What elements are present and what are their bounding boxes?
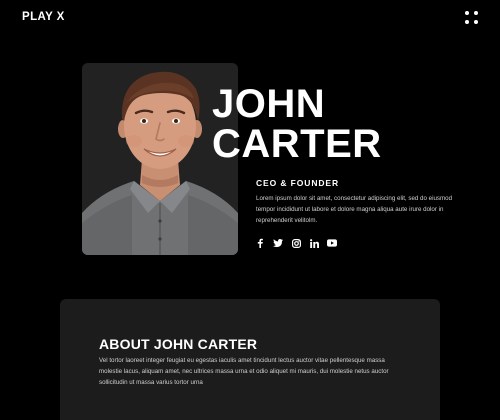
linkedin-icon[interactable] <box>309 238 319 248</box>
hero-name-line-2: CARTER <box>212 122 382 166</box>
menu-dot <box>465 11 469 15</box>
about-text: Vel tortor laoreet integer feugiat eu eg… <box>99 357 389 386</box>
social-links <box>255 238 337 248</box>
hero-name: JOHN CARTER <box>212 84 382 164</box>
facebook-icon[interactable] <box>255 238 265 248</box>
about-section: ABOUT JOHN CARTER Vel tortor laoreet int… <box>60 299 440 420</box>
hero-role: CEO & FOUNDER <box>256 178 340 188</box>
hero-bio: Lorem ipsum dolor sit amet, consectetur … <box>256 195 453 224</box>
site-logo[interactable]: PLAY X <box>22 10 65 24</box>
twitter-icon[interactable] <box>273 238 283 248</box>
page: PLAY X JOHN CARTER CEO & FOUNDER Lorem i… <box>0 0 500 420</box>
menu-dot <box>474 11 478 15</box>
menu-dot <box>465 20 469 24</box>
menu-button[interactable] <box>465 11 479 25</box>
hero-name-line-1: JOHN <box>212 82 326 126</box>
instagram-icon[interactable] <box>291 238 301 248</box>
youtube-icon[interactable] <box>327 238 337 248</box>
about-title: ABOUT JOHN CARTER <box>99 336 258 352</box>
menu-dot <box>474 20 478 24</box>
